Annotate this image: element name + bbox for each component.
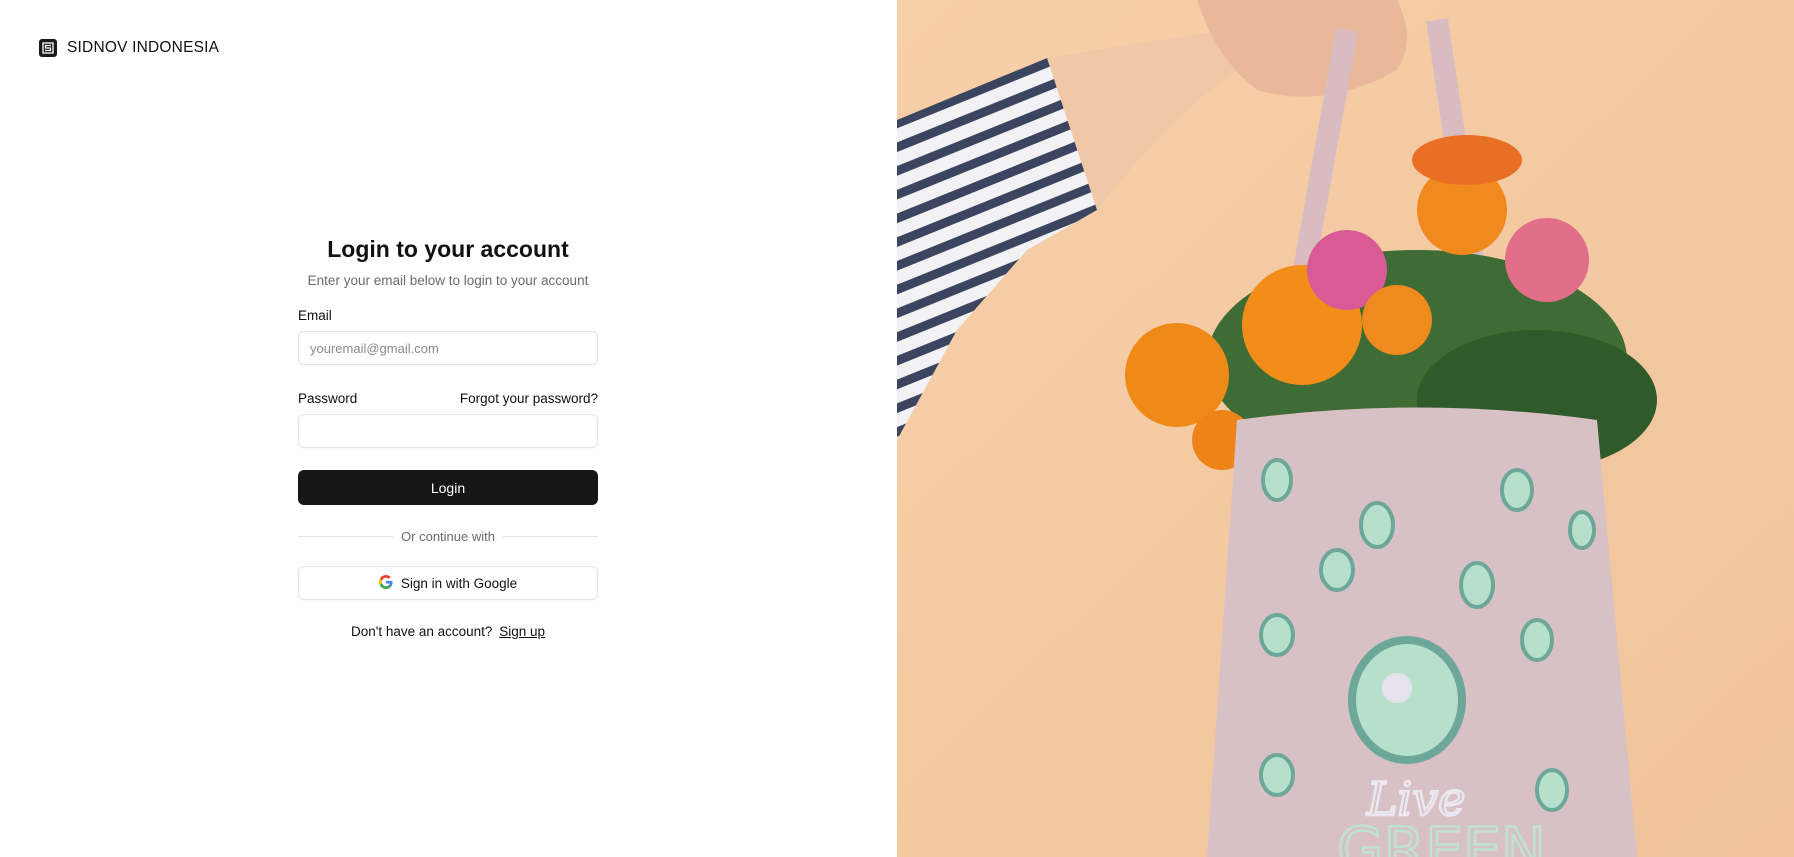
zinnia-pink-right (1505, 218, 1589, 302)
password-label: Password (298, 391, 358, 406)
google-button-label: Sign in with Google (400, 575, 518, 591)
brand-name: SIDNOV INDONESIA (67, 39, 220, 56)
google-icon (378, 574, 393, 592)
logo-icon (39, 39, 57, 57)
google-signin-button[interactable]: Sign in with Google (298, 566, 598, 600)
email-field[interactable] (298, 331, 598, 365)
marigold-mid (1362, 285, 1432, 355)
password-field[interactable] (298, 414, 598, 448)
forgot-password-link[interactable]: Forgot your password? (460, 391, 598, 406)
divider: Or continue with (298, 529, 598, 544)
divider-text: Or continue with (401, 529, 495, 544)
signup-prompt: Don't have an account? (351, 624, 493, 639)
hero-photo: Live GREEN (897, 0, 1794, 857)
divider-line-left (298, 536, 394, 537)
photo-illustration: Live GREEN (897, 0, 1794, 857)
login-button[interactable]: Login (298, 470, 598, 505)
zinnia-orange (1412, 135, 1522, 185)
page-title: Login to your account (327, 236, 569, 262)
email-label: Email (298, 308, 332, 323)
brand[interactable]: SIDNOV INDONESIA (39, 39, 219, 57)
password-label-row: Password Forgot your password? (298, 391, 598, 406)
signup-link[interactable]: Sign up (499, 624, 545, 639)
divider-line-right (502, 536, 598, 537)
login-form: Login to your account Enter your email b… (298, 236, 598, 639)
page-subtitle: Enter your email below to login to your … (307, 273, 589, 288)
signup-row: Don't have an account? Sign up (298, 624, 598, 639)
login-panel: SIDNOV INDONESIA Login to your account E… (0, 0, 897, 857)
avocado-pit (1382, 673, 1412, 703)
login-page: SIDNOV INDONESIA Login to your account E… (0, 0, 1794, 857)
bag-block-text: GREEN (1337, 815, 1546, 857)
